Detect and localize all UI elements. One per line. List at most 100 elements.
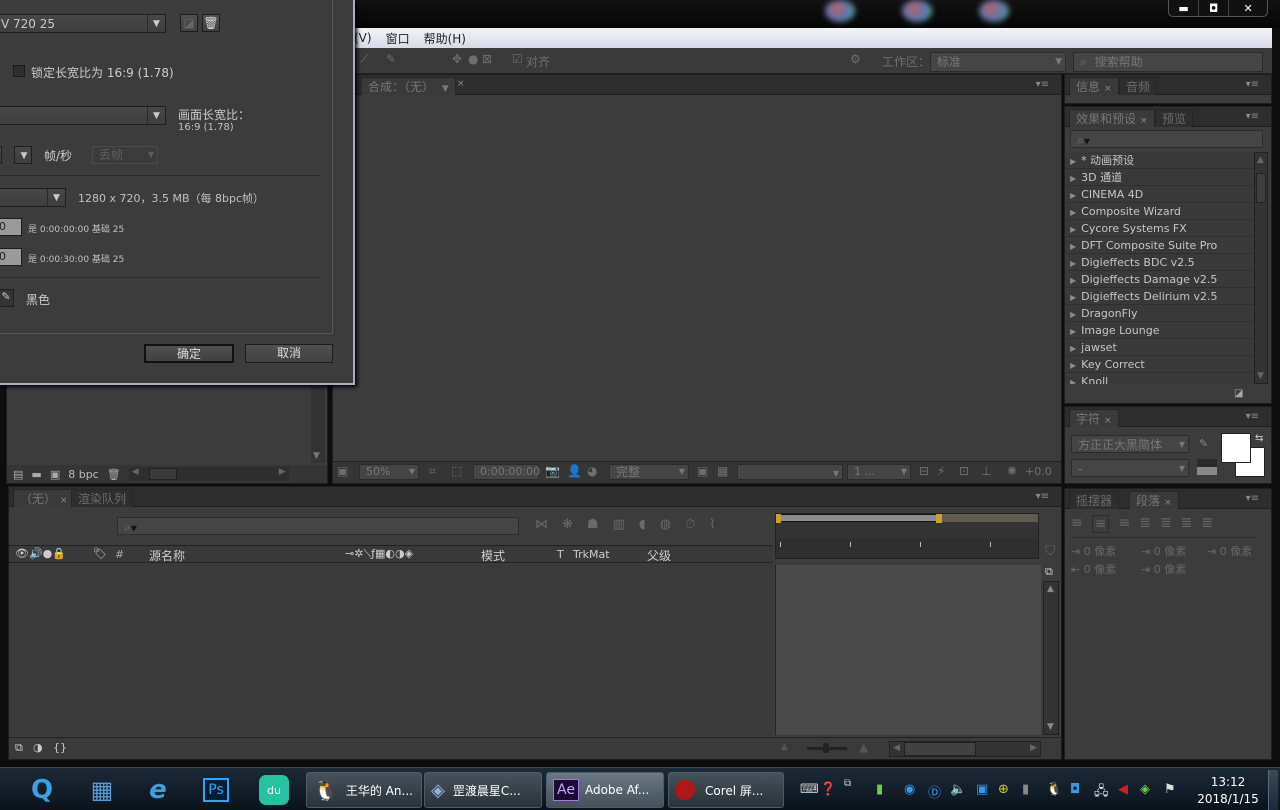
tray-app-icon[interactable]: ◈ <box>1140 782 1150 797</box>
taskbar-button-app2[interactable]: ◈ 罡渡晨星C... <box>424 772 542 808</box>
panel-menu-icon[interactable]: ▾≡ <box>1246 493 1259 504</box>
justify-left-icon[interactable]: ≣ <box>1139 515 1151 533</box>
composition-flowchart-icon[interactable]: ⋈ <box>535 517 548 532</box>
effects-category-item[interactable]: ▶ Digieffects BDC v2.5 <box>1066 254 1254 271</box>
axis-icon[interactable]: ✥ <box>452 52 462 66</box>
frame-blending-icon[interactable]: ▥ <box>613 517 625 532</box>
panel-menu-icon[interactable]: ▾≡ <box>1036 491 1049 502</box>
transfer-controls-icon[interactable]: ◑ <box>33 741 43 754</box>
layer-switches-toggle-icon[interactable]: ⧉ <box>15 741 23 755</box>
menu-view[interactable]: (V) <box>354 31 372 45</box>
effects-category-item[interactable]: ▶ 3D 通道 <box>1066 169 1254 186</box>
justify-all-icon[interactable]: ≣ <box>1201 515 1213 533</box>
eyedropper-icon[interactable]: ✎ <box>1199 437 1208 450</box>
expand-triangle-icon[interactable]: ▶ <box>1070 293 1076 302</box>
effects-category-item[interactable]: ▶ Key Correct <box>1066 356 1254 373</box>
close-icon[interactable]: × <box>457 79 465 89</box>
in-out-toggle-icon[interactable]: {} <box>53 741 67 754</box>
scroll-down-icon[interactable]: ▼ <box>313 451 320 461</box>
draft-3d-icon[interactable]: ❋ <box>562 517 573 532</box>
font-family-dropdown[interactable]: 方正正大黑简体 ▼ <box>1071 435 1189 453</box>
tab-composition[interactable]: 合成：（无） ▼ <box>361 77 456 95</box>
justify-right-icon[interactable]: ≣ <box>1181 515 1193 533</box>
workspace-dropdown[interactable]: 标准 ▼ <box>930 52 1066 72</box>
col-source-name[interactable]: 源名称 <box>149 547 185 564</box>
col-t[interactable]: T <box>557 548 564 561</box>
interpret-footage-icon[interactable]: ▤ <box>13 468 23 481</box>
expand-triangle-icon[interactable]: ▶ <box>1070 327 1076 336</box>
start-timecode-input[interactable]: 0 <box>0 218 22 236</box>
menu-help[interactable]: 帮助(H) <box>424 30 466 47</box>
zoom-out-icon[interactable]: ▲ <box>781 742 788 752</box>
camera-view-dropdown[interactable]: ▼ <box>737 464 843 480</box>
label-icon[interactable]: 🏷 <box>93 547 107 560</box>
effects-scrollbar[interactable]: ▲ ▼ <box>1254 152 1268 384</box>
axis-world-icon[interactable]: ⊠ <box>482 52 492 66</box>
minimize-button[interactable]: ▬ <box>1169 0 1200 16</box>
work-area-start-handle[interactable] <box>776 514 781 523</box>
expand-triangle-icon[interactable]: ▶ <box>1070 259 1076 268</box>
network-icon[interactable]: 🖧 <box>1094 782 1109 804</box>
taskbar-button-qq[interactable]: 🐧 王华的 An... <box>306 772 422 808</box>
space-before[interactable]: ⇥ 0 像素 <box>1141 543 1186 559</box>
cancel-button[interactable]: 取消 <box>245 344 333 363</box>
volume-muted-icon[interactable]: ◀ <box>1118 782 1128 797</box>
channel-icon[interactable]: ◕ <box>587 464 597 478</box>
effects-category-item[interactable]: ▶ Knoll <box>1066 373 1254 384</box>
col-trkmat[interactable]: TrkMat <box>573 548 610 561</box>
qq-tray-icon[interactable]: 🐧 <box>1046 782 1062 797</box>
col-mode[interactable]: 模式 <box>481 547 505 564</box>
project-scrollbar[interactable]: ▼ <box>311 381 325 463</box>
tab-timeline-none[interactable]: （无） × <box>13 489 75 507</box>
tray-app-icon[interactable]: ▣ <box>976 782 988 797</box>
volume-icon[interactable]: 🔈 <box>950 782 966 797</box>
tab-render-queue[interactable]: 渲染队列 <box>71 489 134 507</box>
lock-aspect-checkbox[interactable] <box>13 65 25 77</box>
keyboard-icon[interactable]: ⌨ <box>800 782 819 797</box>
timeline-vscrollbar[interactable]: ▲ ▼ <box>1043 581 1059 735</box>
zoom-slider-handle[interactable] <box>823 743 829 753</box>
drop-frame-dropdown[interactable]: 丢帧 ▼ <box>92 146 158 164</box>
resolution-dropdown[interactable]: 完整 ▼ <box>609 464 689 480</box>
new-comp-icon[interactable]: ▣ <box>50 468 60 481</box>
panel-menu-icon[interactable]: ▾≡ <box>1036 79 1049 90</box>
effects-category-item[interactable]: ▶ Image Lounge <box>1066 322 1254 339</box>
align-left-icon[interactable]: ≡ <box>1071 515 1083 533</box>
expand-triangle-icon[interactable]: ▶ <box>1070 344 1076 353</box>
scroll-thumb[interactable] <box>1256 173 1266 203</box>
expand-triangle-icon[interactable]: ▶ <box>1070 361 1076 370</box>
black-swatch[interactable] <box>1197 459 1217 467</box>
fill-color-swatch[interactable] <box>1221 433 1251 463</box>
timeline-hscrollbar[interactable]: ◀ ▶ <box>889 741 1041 757</box>
tab-effects-presets[interactable]: 效果和预设 × <box>1069 109 1155 127</box>
fast-preview-icon[interactable]: ⚡ <box>937 464 945 478</box>
layer-search-input[interactable]: ⌕▼ <box>117 517 519 535</box>
brainstorm-icon[interactable]: ◍ <box>660 517 671 532</box>
space-after-value[interactable]: 0 像素 <box>1154 563 1187 576</box>
preset-dropdown[interactable]: V 720 25 ▼ <box>0 14 166 33</box>
delete-preset-button[interactable]: 🗑 <box>202 14 220 32</box>
usb-icon[interactable]: ▮ <box>876 782 883 797</box>
effects-category-item[interactable]: ▶ Digieffects Delirium v2.5 <box>1066 288 1254 305</box>
tab-audio[interactable]: 音频 <box>1119 77 1158 95</box>
align-right-icon[interactable]: ≡ <box>1118 515 1130 533</box>
space-after[interactable]: ⇥ 0 像素 <box>1141 561 1186 577</box>
project-hscrollbar[interactable]: ◀ ▶ <box>128 467 289 481</box>
fast-previews-icon[interactable]: ▣ <box>697 464 708 478</box>
exposure-reset-icon[interactable]: ✺ <box>1007 464 1017 478</box>
av-features-icons[interactable]: 👁🔊●🔒 <box>15 547 66 560</box>
help-search-input[interactable]: ⌕ 搜索帮助 <box>1073 52 1263 72</box>
transparency-grid-icon[interactable]: ⬚ <box>451 464 462 478</box>
scroll-up-icon[interactable]: ▲ <box>1257 155 1264 165</box>
tray-app-icon[interactable]: ⊕ <box>998 782 1009 797</box>
menu-window[interactable]: 窗口 <box>386 30 410 47</box>
taskbar-button-after-effects[interactable]: Ae Adobe Af... <box>546 772 664 808</box>
tray-app-icon[interactable]: ▮ <box>1022 782 1029 797</box>
pin-tool-icon[interactable]: ✎ <box>386 52 396 66</box>
graph-editor-icon[interactable]: ⌇ <box>709 517 715 532</box>
timecode-field[interactable]: 0:00:00:00 <box>473 464 540 480</box>
clock[interactable]: 13:12 2018/1/15 <box>1196 774 1260 808</box>
taskbar-pin-music[interactable]: du <box>256 772 292 808</box>
ok-button[interactable]: 确定 <box>144 344 234 363</box>
expand-triangle-icon[interactable]: ▶ <box>1070 174 1076 183</box>
